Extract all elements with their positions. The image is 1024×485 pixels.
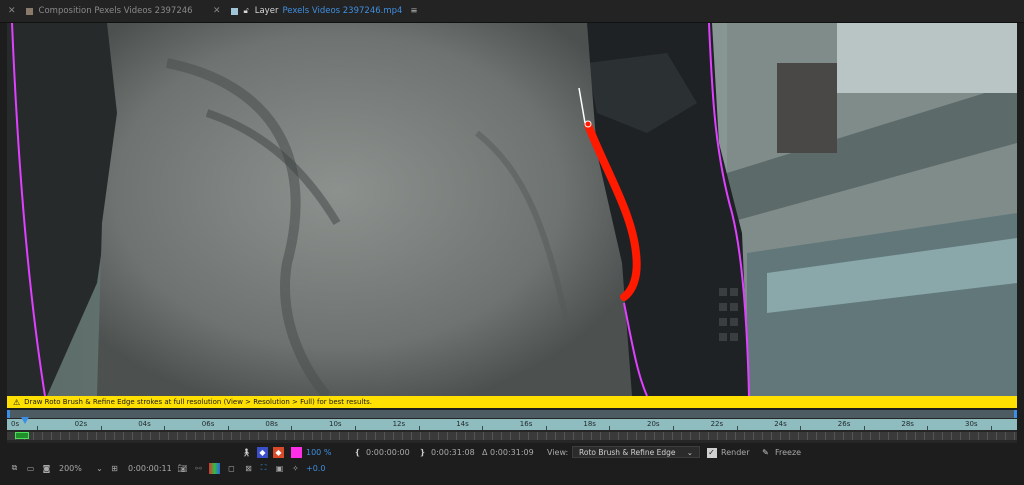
ruler-tick-label: 28s <box>901 420 914 428</box>
snapshot-icon[interactable]: 📷︎ <box>177 463 188 474</box>
ruler-tick-label: 12s <box>392 420 406 428</box>
ruler-tick-label: 26s <box>837 420 851 428</box>
work-area-start-handle[interactable] <box>7 410 10 418</box>
show-snapshot-icon[interactable]: ⚯ <box>193 463 204 474</box>
ruler-tick-mark <box>736 426 738 430</box>
view-dropdown-value: Roto Brush & Refine Edge <box>579 447 676 457</box>
in-point-icon[interactable]: ❴ <box>352 447 363 458</box>
region-of-interest-icon[interactable]: ◻ <box>226 463 237 474</box>
ruler-tick-label: 30s <box>965 420 978 428</box>
ruler-tick-label: 10s <box>329 420 342 428</box>
video-frame <box>7 23 1017 396</box>
freeze-icon[interactable]: ✎ <box>760 447 771 458</box>
ruler-tick-mark <box>863 426 865 430</box>
color-channels-icon[interactable] <box>209 462 220 474</box>
roto-brush-tool-icon[interactable]: 🚶︎ <box>241 447 252 458</box>
alpha-boundary-icon[interactable]: ◆ <box>273 447 284 458</box>
out-point-value[interactable]: 0:00:31:08 <box>431 447 475 458</box>
tab-layer-prefix: Layer <box>254 6 279 16</box>
freeze-button[interactable]: Freeze <box>775 447 801 458</box>
ruler-tick-mark <box>673 426 674 430</box>
view-label: View: <box>547 448 569 457</box>
tab-composition-prefix: Composition <box>38 6 92 16</box>
target-region-icon[interactable]: ⛶ <box>258 463 269 474</box>
work-area-end-handle[interactable] <box>1014 410 1017 418</box>
zoom-level[interactable]: 200% <box>59 463 82 474</box>
ruler-tick-mark <box>291 426 293 430</box>
vr-icon[interactable]: ◙ <box>41 463 52 474</box>
render-label: Render <box>721 448 750 457</box>
always-preview-icon[interactable]: ⧉ <box>9 463 20 474</box>
ruler-tick-label: 04s <box>138 420 151 428</box>
ruler-tick-label: 06s <box>201 420 215 428</box>
panel-tab-bar: ✕ Composition Pexels Videos 2397246 ✕ 🔓︎… <box>0 0 1024 23</box>
chevron-down-icon[interactable]: ⌄ <box>94 463 105 474</box>
ruler-tick-mark <box>37 426 38 430</box>
close-icon[interactable]: ✕ <box>8 6 16 16</box>
ruler-tick-mark <box>545 426 547 430</box>
resolution-warning-bar: ⚠ Draw Roto Brush & Refine Edge strokes … <box>7 396 1017 408</box>
work-area-bar[interactable] <box>7 410 1017 418</box>
ruler-tick-label: 20s <box>647 420 660 428</box>
view-dropdown[interactable]: Roto Brush & Refine Edge ⌄ <box>572 446 700 458</box>
ruler-tick-label: 14s <box>456 420 469 428</box>
ruler-tick-mark <box>100 426 102 430</box>
current-time[interactable]: 0:00:00:11 <box>128 463 172 474</box>
cached-frames-indicator <box>15 432 29 439</box>
panel-menu-icon[interactable]: ≡ <box>410 6 417 16</box>
ruler-tick-mark <box>991 426 992 430</box>
monitor-icon[interactable]: ▭ <box>25 463 36 474</box>
transparency-grid-icon[interactable]: ⊠ <box>243 463 254 474</box>
out-point-icon[interactable]: ❵ <box>417 447 428 458</box>
exposure-value[interactable]: +0.0 <box>306 463 325 474</box>
roto-propagation-track <box>7 432 1017 440</box>
safe-margins-icon[interactable]: ⊞ <box>109 463 120 474</box>
tab-composition-name: Pexels Videos 2397246 <box>94 6 193 16</box>
layer-icon <box>230 7 238 15</box>
warning-icon: ⚠ <box>13 397 21 407</box>
alpha-icon[interactable]: ◆ <box>257 447 268 458</box>
ruler-tick-label: 24s <box>774 420 787 428</box>
ruler-tick-mark <box>227 426 229 430</box>
lock-icon[interactable]: 🔓︎ <box>244 6 249 16</box>
ruler-tick-mark <box>164 426 166 430</box>
ruler-tick-label: 22s <box>710 420 724 428</box>
ruler-tick-mark <box>482 426 484 430</box>
ruler-tick-mark <box>927 426 929 430</box>
ruler-tick-label: 0s <box>11 420 20 428</box>
time-ruler[interactable]: 0s 02s 04s 06s 08s 10s 12s 14s 16s 18s 20s 22s 24s 26… <box>7 419 1017 430</box>
layer-timeline[interactable]: 0s 02s 04s 06s 08s 10s 12s 14s 16s 18s 20s 22s 24s 26… <box>7 410 1017 443</box>
composition-icon <box>25 7 33 15</box>
in-point-value[interactable]: 0:00:00:00 <box>366 447 410 458</box>
toggle-mask-icon[interactable]: ▣ <box>274 463 285 474</box>
layer-viewer[interactable] <box>7 23 1017 396</box>
ruler-tick-mark <box>609 426 611 430</box>
exposure-icon[interactable]: ✧ <box>290 463 301 474</box>
tab-layer[interactable]: ✕ 🔓︎ Layer Pexels Videos 2397246.mp4 ≡ <box>213 0 418 22</box>
warning-text: Draw Roto Brush & Refine Edge strokes at… <box>24 398 372 406</box>
chevron-down-icon: ⌄ <box>686 447 693 457</box>
layer-viewer-controls: 🚶︎ ◆ ◆ 100 % ❴ 0:00:00:00 ❵ 0:00:31:08 Δ… <box>0 445 1024 460</box>
ruler-tick-label: 08s <box>265 420 278 428</box>
ruler-tick-mark <box>355 426 356 430</box>
tab-layer-name: Pexels Videos 2397246.mp4 <box>282 6 403 16</box>
overlay-color-swatch[interactable] <box>291 447 302 458</box>
ruler-tick-mark <box>800 426 802 430</box>
ruler-tick-label: 02s <box>74 420 88 428</box>
viewer-bottom-toolbar: ⧉ ▭ ◙ 200% ⌄ ⊞ 0:00:00:11 📷︎ ⚯ ◻ ⊠ ⛶ ▣ ✧… <box>0 460 1024 476</box>
ruler-tick-label: 18s <box>583 420 596 428</box>
ruler-tick-mark <box>418 426 420 430</box>
duration-value: Δ 0:00:31:09 <box>482 448 534 457</box>
ruler-tick-label: 16s <box>519 420 533 428</box>
render-checkbox[interactable]: ✓ <box>706 447 717 458</box>
tab-composition[interactable]: ✕ Composition Pexels Videos 2397246 <box>8 0 193 22</box>
close-icon[interactable]: ✕ <box>213 6 221 16</box>
overlay-opacity[interactable]: 100 % <box>306 447 331 458</box>
